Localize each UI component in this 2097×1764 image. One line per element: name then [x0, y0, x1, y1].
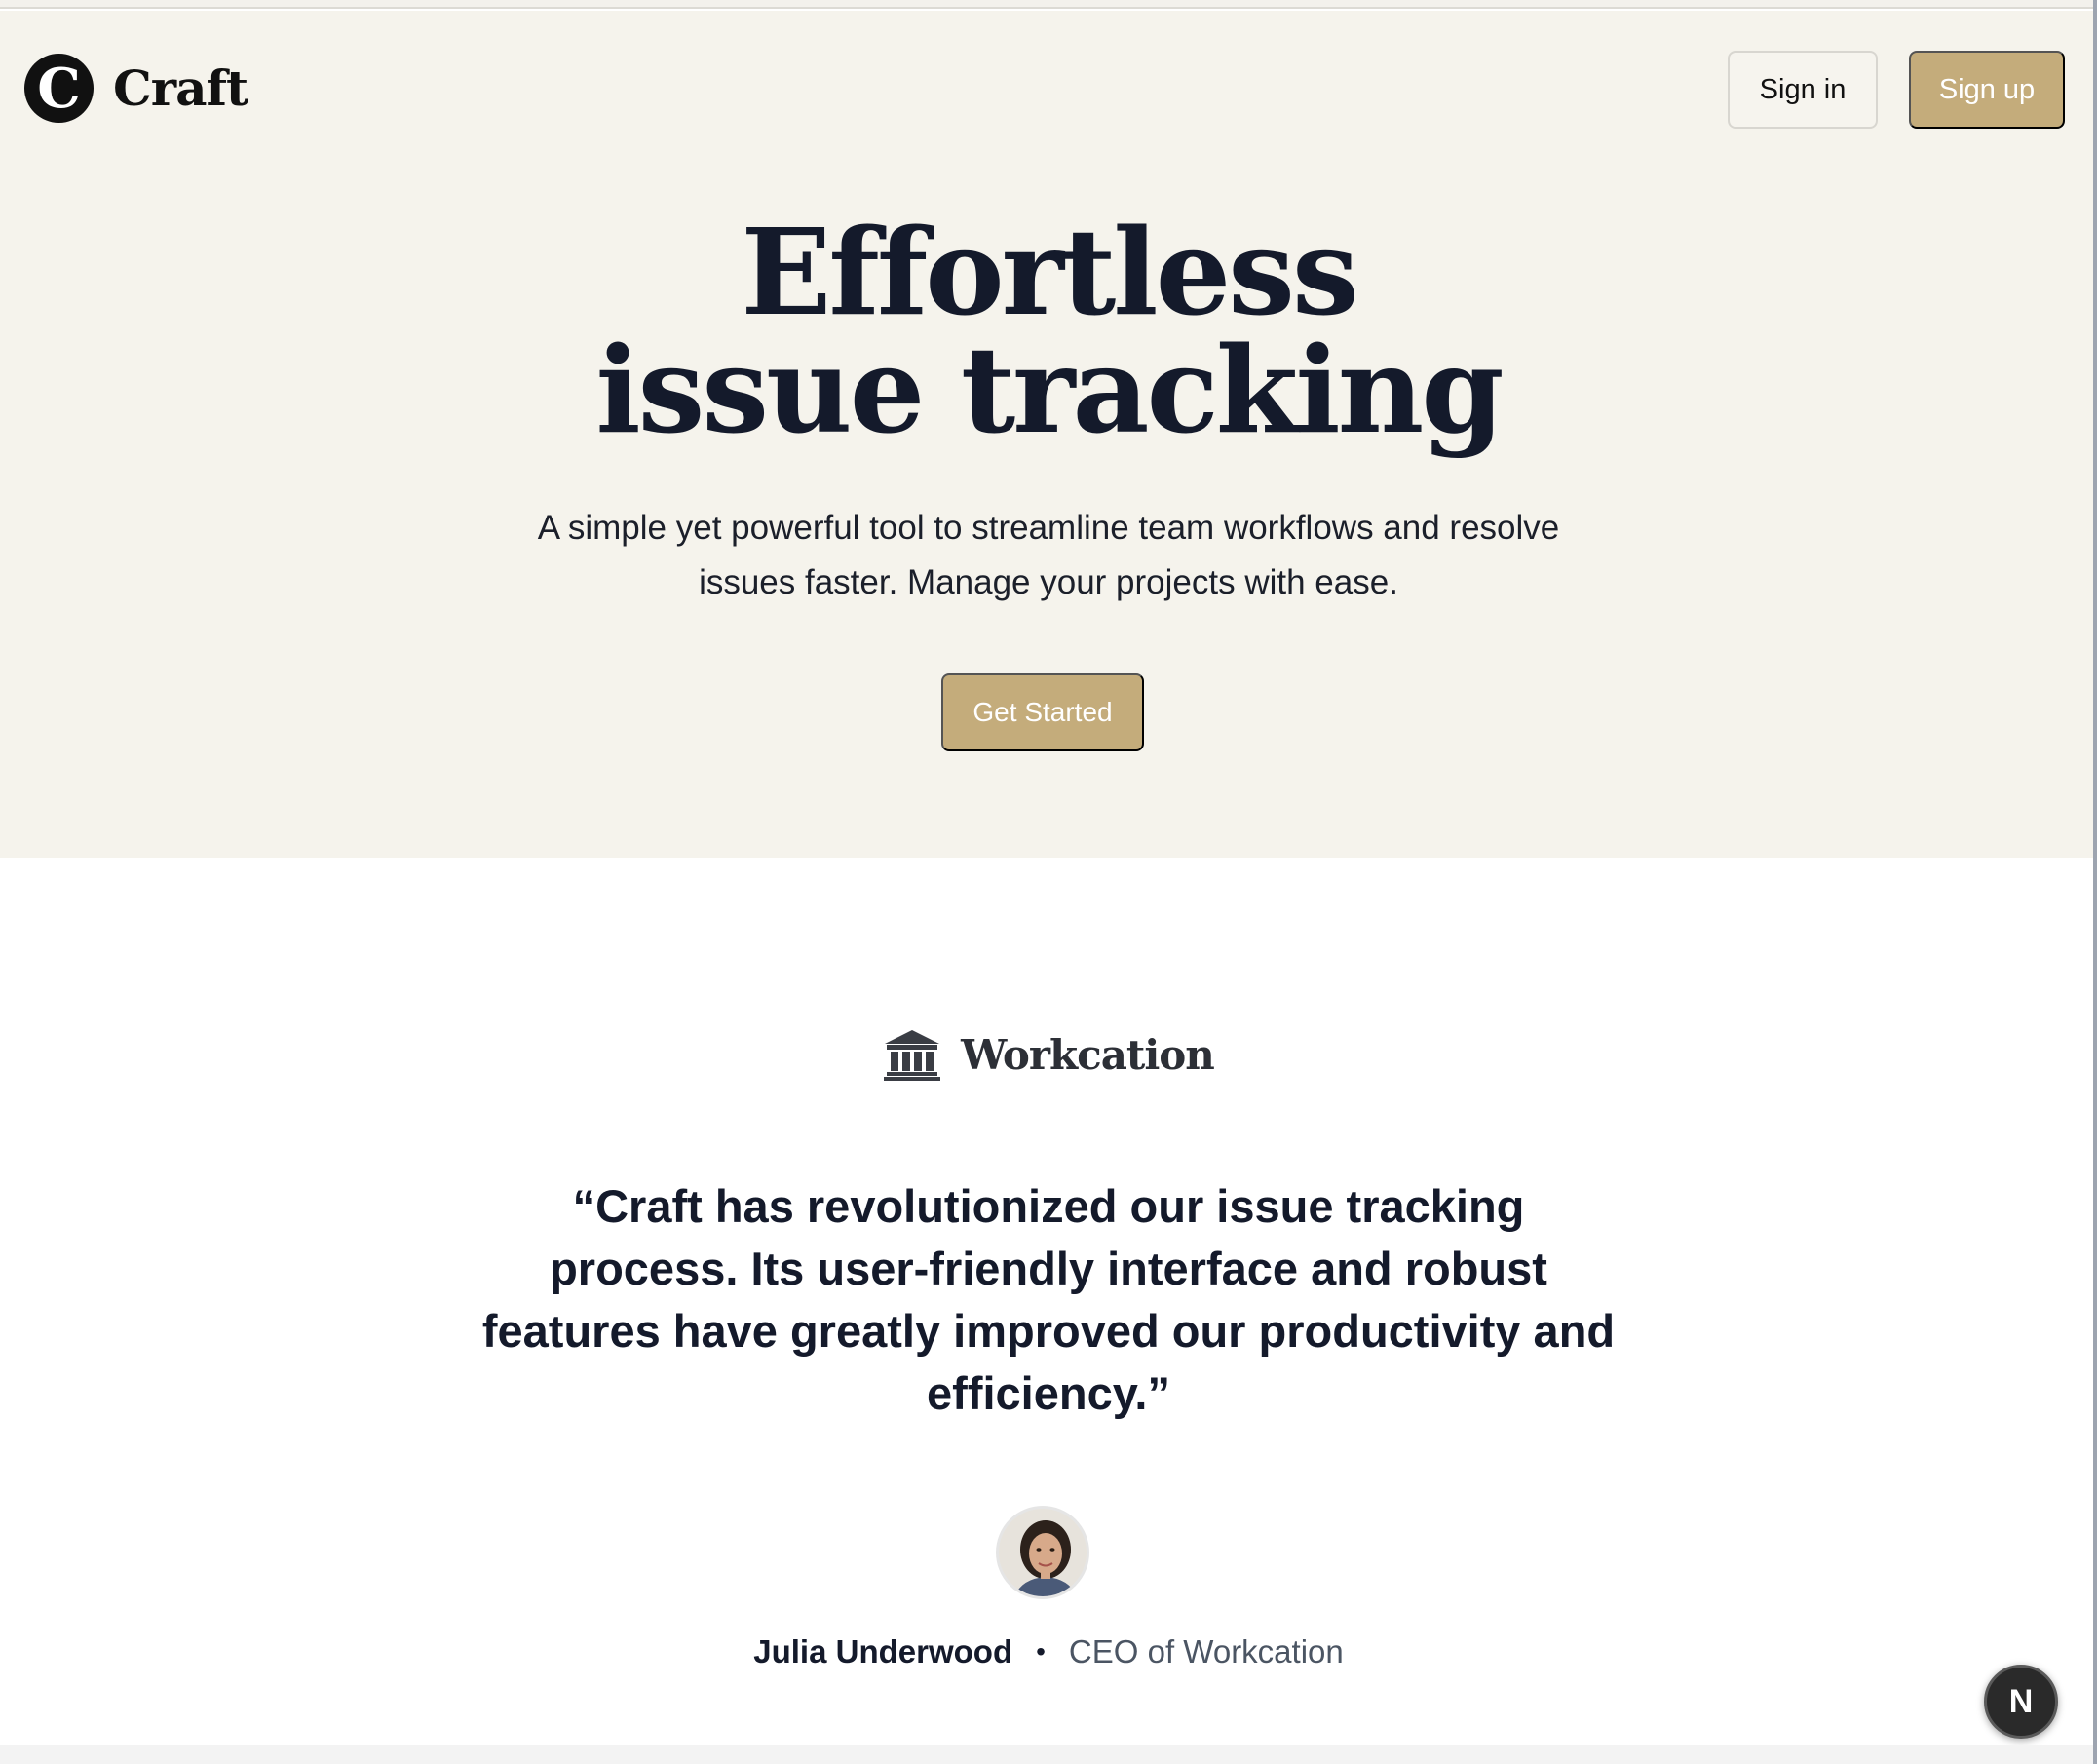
window-scrollbar-edge [2093, 0, 2097, 1764]
sign-up-button[interactable]: Sign up [1909, 51, 2065, 129]
page-bottom-edge [0, 1745, 2097, 1764]
quote-line-1: “Craft has revolutionized our issue trac… [572, 1180, 1525, 1232]
hero-subtitle-line-2: issues faster. Manage your projects with… [699, 563, 1398, 601]
logo-link[interactable]: C Craft [24, 54, 248, 123]
hero-subtitle-line-1: A simple yet powerful tool to streamline… [537, 509, 1560, 547]
author-name: Julia Underwood [753, 1633, 1013, 1669]
avatar [996, 1506, 1089, 1599]
person-avatar-icon [999, 1509, 1087, 1596]
nextjs-dev-badge-button[interactable]: N [1984, 1665, 2058, 1739]
hero-title: Effortless issue tracking [0, 202, 2097, 460]
company-name: Workcation [961, 1030, 1215, 1079]
quote-line-2: process. Its user-friendly interface and… [550, 1243, 1547, 1294]
brand-name: Craft [113, 59, 248, 117]
testimonial-quote: “Craft has revolutionized our issue trac… [429, 1175, 1668, 1425]
get-started-button[interactable]: Get Started [941, 673, 1144, 751]
author-role: CEO of Workcation [1068, 1633, 1344, 1669]
quote-line-3: features have greatly improved our produ… [481, 1305, 1616, 1357]
company-logo: Workcation [0, 1028, 2097, 1081]
author-separator: • [1036, 1636, 1046, 1667]
quote-line-4: efficiency.” [927, 1367, 1170, 1419]
hero-section: C Craft Sign in Sign up Effortless issue… [0, 11, 2097, 858]
window-top-edge [0, 0, 2097, 9]
craft-logo-icon: C [24, 54, 94, 123]
nextjs-logo-icon: N [2008, 1682, 2034, 1720]
hero-title-line-1: Effortless [741, 202, 1358, 342]
hero-subtitle: A simple yet powerful tool to streamline… [487, 501, 1610, 610]
bank-building-icon [884, 1030, 941, 1081]
sign-in-button[interactable]: Sign in [1728, 51, 1878, 129]
hero-title-line-2: issue tracking [595, 320, 1504, 460]
testimonial-author: Julia Underwood • CEO of Workcation [0, 1633, 2097, 1670]
